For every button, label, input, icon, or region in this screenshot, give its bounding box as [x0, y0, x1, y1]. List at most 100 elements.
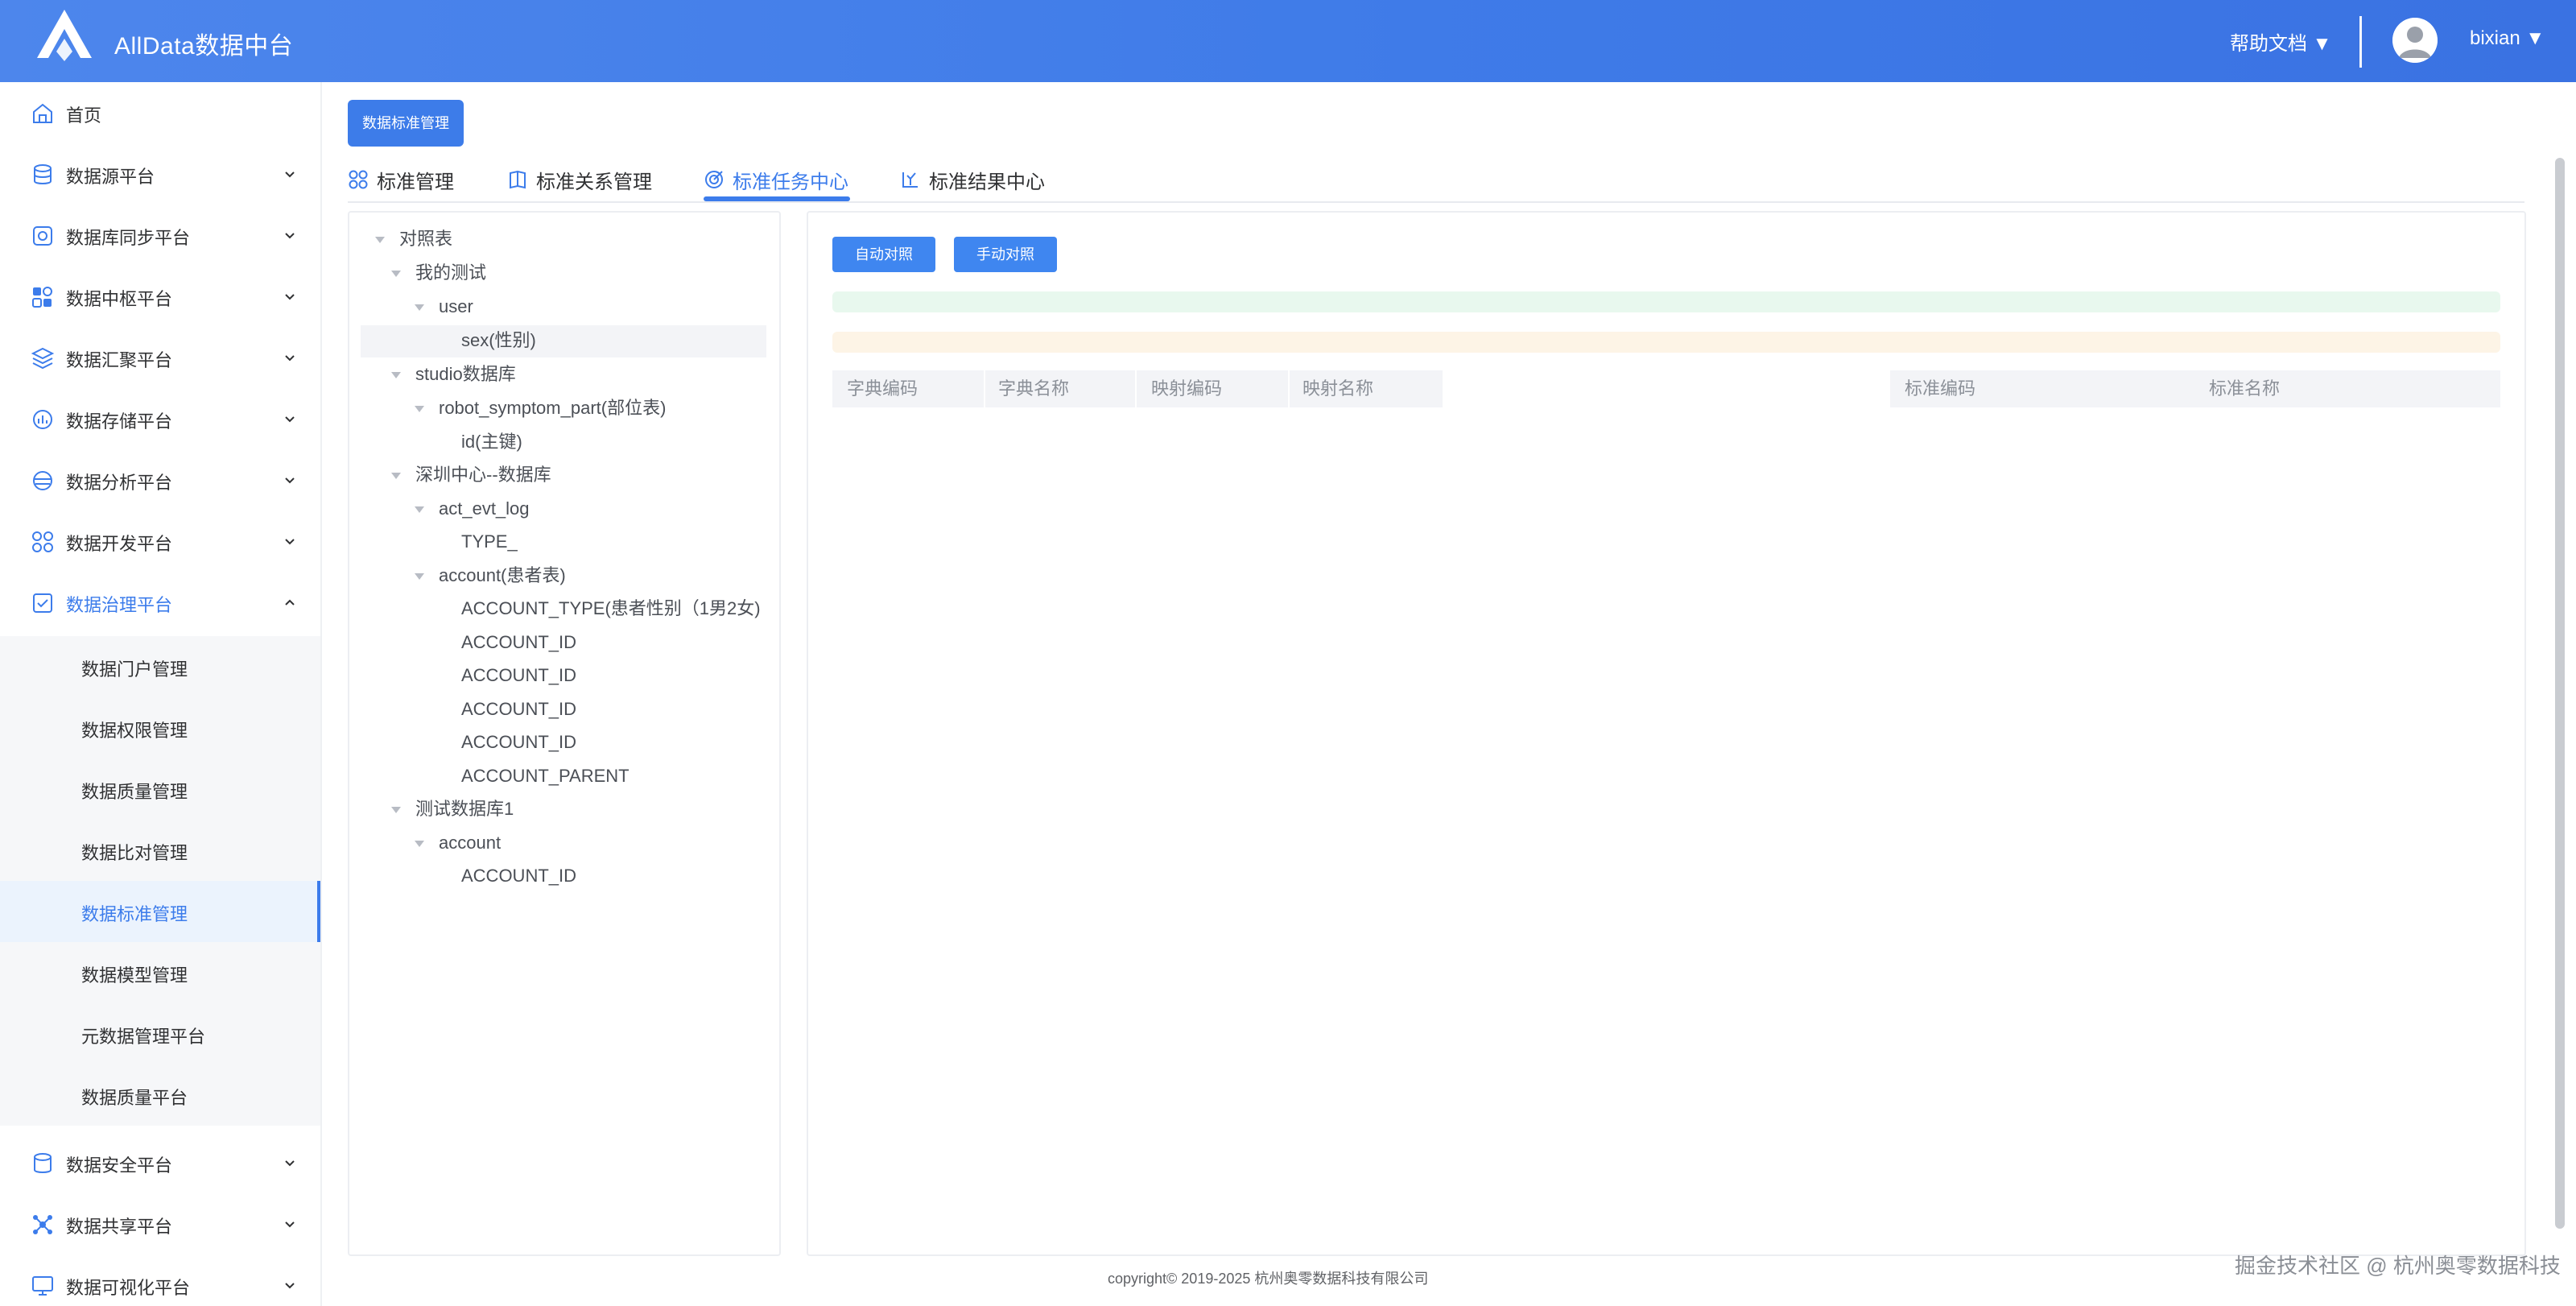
sidebar-item-label: 数据可视化平台 [66, 1278, 191, 1298]
chevron-up-icon [285, 599, 295, 605]
column-header[interactable]: 映射名称 [1302, 370, 1373, 407]
grid-icon [32, 287, 52, 308]
caret-down-icon[interactable] [415, 573, 424, 580]
top-header: AllData数据中台 帮助文档 ▼ bixian ▼ [0, 0, 2576, 82]
tree-node-label: id(主键) [461, 432, 522, 452]
current-page-tag-button[interactable]: 数据标准管理 [348, 100, 464, 147]
monitor-icon [32, 1276, 53, 1296]
caret-down-icon[interactable] [415, 841, 424, 847]
submenu-item-permission[interactable]: 数据权限管理 [0, 697, 320, 758]
tree-node-label: sex(性别) [461, 330, 536, 350]
share-icon [33, 1215, 52, 1234]
sidebar-item-label: 数据共享平台 [66, 1217, 173, 1237]
governance-icon [33, 593, 52, 613]
tree-node[interactable]: ACCOUNT_ID [461, 694, 576, 725]
sidebar-item-data-dev[interactable]: 数据开发平台 [0, 510, 320, 572]
tree-node[interactable]: ACCOUNT_ID [461, 861, 576, 891]
sidebar-item-label: 数据源平台 [66, 167, 155, 187]
column-header[interactable]: 标准编码 [1905, 370, 1975, 407]
caret-down-icon[interactable] [391, 372, 401, 378]
column-header[interactable]: 标准名称 [2209, 370, 2280, 407]
tree-node-label: studio数据库 [415, 364, 516, 384]
sidebar-item-home[interactable]: 首页 [0, 82, 320, 143]
tab-standard-results[interactable]: 标准结果中心 [900, 158, 1045, 201]
user-avatar[interactable] [2392, 18, 2438, 63]
tab-label: 标准任务中心 [733, 171, 848, 193]
submenu-item-model[interactable]: 数据模型管理 [0, 942, 320, 1003]
tree-node[interactable]: ACCOUNT_TYPE(患者性别（1男2女) [461, 593, 761, 624]
tree-node[interactable]: ACCOUNT_PARENT [461, 761, 630, 791]
target-icon [705, 171, 723, 188]
tree-node-label: ACCOUNT_ID [461, 632, 577, 652]
caret-down-icon[interactable] [391, 473, 401, 479]
user-menu-dropdown[interactable]: bixian ▼ [2470, 27, 2545, 50]
chevron-down-icon [285, 1221, 295, 1228]
sidebar-item-db-sync[interactable]: 数据库同步平台 [0, 205, 320, 266]
storage-chart-icon [33, 410, 52, 429]
tree-node[interactable]: ACCOUNT_ID [461, 627, 576, 658]
tree-node[interactable]: ACCOUNT_ID [461, 727, 576, 758]
caret-down-icon[interactable] [415, 406, 424, 412]
tab-standard-tasks[interactable]: 标准任务中心 [704, 158, 848, 201]
sidebar-item-data-hub[interactable]: 数据中枢平台 [0, 266, 320, 327]
column-divider [984, 370, 985, 407]
tree-node-label: account [439, 833, 502, 853]
submenu-item-metadata[interactable]: 元数据管理平台 [0, 1003, 320, 1064]
caret-down-icon[interactable] [391, 271, 401, 277]
tree-node[interactable]: id(主键) [461, 427, 522, 457]
column-header[interactable]: 字典编码 [847, 370, 918, 407]
tree-node-label: act_evt_log [439, 498, 530, 519]
tree-node-label: 我的测试 [415, 262, 487, 283]
sidebar-item-label: 数据安全平台 [66, 1155, 173, 1176]
sidebar-item-data-governance[interactable]: 数据治理平台 [0, 572, 320, 633]
tab-label: 标准管理 [377, 171, 454, 193]
submenu-item-compare[interactable]: 数据比对管理 [0, 820, 320, 881]
tree-node-label: user [439, 296, 473, 316]
sidebar-item-label: 数据开发平台 [66, 534, 173, 554]
sidebar-item-data-share[interactable]: 数据共享平台 [0, 1193, 320, 1254]
submenu-item-quality-platform[interactable]: 数据质量平台 [0, 1064, 320, 1126]
page-scrollbar[interactable] [2555, 158, 2565, 1229]
tree-node[interactable]: ACCOUNT_ID [461, 660, 576, 691]
column-header[interactable]: 映射编码 [1151, 370, 1222, 407]
sidebar: 首页 数据源平台 数据库同步平台 数据中枢平台 数据汇聚平台 数据存储平台 数据… [0, 82, 322, 1306]
alldata-logo-icon[interactable] [35, 8, 100, 61]
help-docs-dropdown[interactable]: 帮助文档 ▼ [2230, 27, 2331, 56]
submenu-item-standard[interactable]: 数据标准管理 [0, 881, 320, 942]
chevron-down-icon [285, 172, 295, 178]
avatar-person-icon [2392, 18, 2438, 63]
sidebar-item-data-security[interactable]: 数据安全平台 [0, 1132, 320, 1193]
apps-icon [349, 170, 368, 189]
submenu-item-label: 数据质量平台 [81, 1088, 188, 1108]
watermark-text: 掘金技术社区 @ 杭州奥零数据科技 [2235, 1254, 2561, 1278]
manual-map-button[interactable]: 手动对照 [954, 237, 1057, 272]
analysis-icon [33, 471, 52, 490]
column-header[interactable]: 字典名称 [998, 370, 1069, 407]
chevron-down-icon [285, 477, 295, 484]
submenu-item-label: 数据标准管理 [81, 904, 188, 924]
caret-down-icon[interactable] [375, 237, 385, 243]
submenu-item-label: 数据质量管理 [81, 782, 188, 802]
sidebar-item-datasource[interactable]: 数据源平台 [0, 143, 320, 205]
sidebar-item-label: 数据中枢平台 [66, 289, 173, 309]
security-db-icon [34, 1153, 52, 1173]
sidebar-item-data-storage[interactable]: 数据存储平台 [0, 388, 320, 449]
auto-map-button[interactable]: 自动对照 [832, 237, 935, 272]
tree-node-selected[interactable]: sex(性别) [461, 325, 536, 356]
caret-down-icon[interactable] [415, 506, 424, 513]
submenu-item-quality[interactable]: 数据质量管理 [0, 758, 320, 820]
sidebar-item-data-visualization[interactable]: 数据可视化平台 [0, 1254, 320, 1306]
tab-standard-management[interactable]: 标准管理 [348, 158, 454, 201]
sidebar-item-label: 数据存储平台 [66, 411, 173, 432]
tree-node[interactable]: TYPE_ [461, 527, 518, 557]
submenu-item-portal[interactable]: 数据门户管理 [0, 636, 320, 697]
chevron-down-icon [285, 539, 295, 545]
sidebar-item-data-analysis[interactable]: 数据分析平台 [0, 449, 320, 510]
tab-standard-relations[interactable]: 标准关系管理 [507, 158, 652, 201]
caret-down-icon[interactable] [415, 304, 424, 311]
caret-down-icon[interactable] [391, 807, 401, 813]
sidebar-item-data-aggregation[interactable]: 数据汇聚平台 [0, 327, 320, 388]
column-divider [1135, 370, 1137, 407]
result-icon [902, 172, 918, 188]
tab-bar: 标准管理 标准关系管理 标准任务中心 标准结果中心 [348, 158, 2524, 203]
